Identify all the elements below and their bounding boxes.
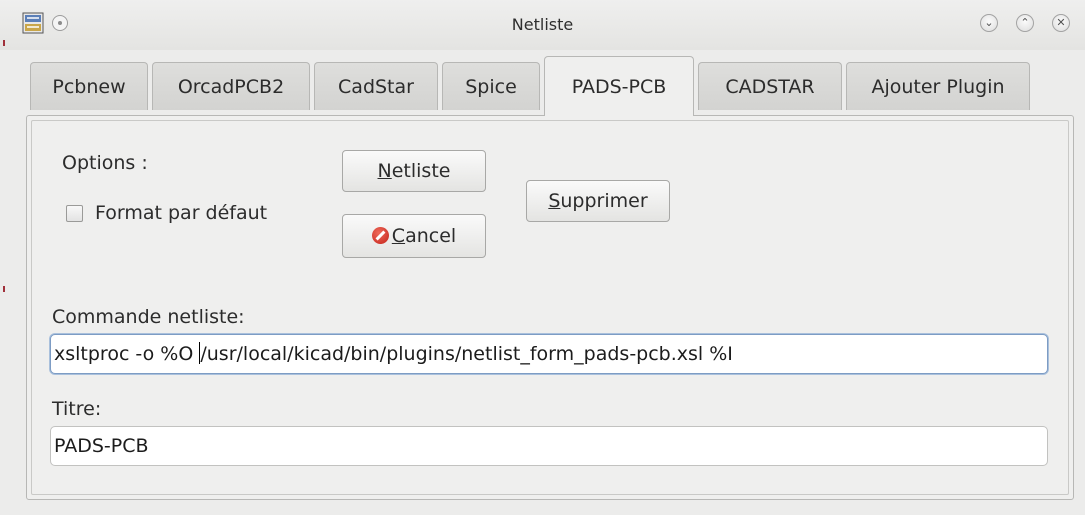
tab-label: OrcadPCB2 [177, 76, 285, 98]
minimize-button[interactable]: ⌄ [980, 14, 998, 32]
delete-button-label: upprimer [560, 190, 648, 212]
netlist-mnemonic: N [377, 160, 392, 182]
close-button[interactable]: ✕ [1052, 14, 1070, 32]
default-format-label[interactable]: Format par défaut [95, 202, 267, 224]
title-input[interactable]: PADS-PCB [50, 426, 1048, 466]
delete-mnemonic: S [548, 190, 561, 212]
tab-label: Ajouter Plugin [871, 76, 1005, 98]
minimize-icon: ⌄ [984, 16, 994, 29]
tab-cadstar[interactable]: CadStar [314, 62, 438, 110]
tab-pads-pcb[interactable]: PADS-PCB [544, 56, 694, 116]
default-format-checkbox[interactable] [66, 205, 83, 222]
edge-marker [3, 286, 5, 292]
cancel-icon [371, 227, 389, 244]
tab-spice[interactable]: Spice [442, 62, 540, 110]
options-label: Options : [62, 152, 148, 174]
cancel-button-label: ancel [405, 225, 457, 247]
netlist-button[interactable]: Netliste [342, 150, 486, 192]
command-value-start: xsltproc -o %O [54, 343, 200, 365]
netlist-button-label: etliste [391, 160, 451, 182]
tab-cadstar-upper[interactable]: CADSTAR [698, 62, 842, 110]
maximize-icon: ⌃ [1020, 16, 1030, 29]
tab-label: PADS-PCB [571, 76, 667, 98]
edge-marker [3, 40, 5, 46]
tab-pcbnew[interactable]: Pcbnew [30, 62, 148, 110]
tab-add-plugin[interactable]: Ajouter Plugin [846, 62, 1030, 110]
command-value-end: /usr/local/kicad/bin/plugins/netlist_for… [200, 343, 733, 365]
command-input[interactable]: xsltproc -o %O /usr/local/kicad/bin/plug… [50, 334, 1048, 374]
tab-label: Spice [465, 76, 517, 98]
netlist-dialog: Netliste ⌄ ⌃ ✕ Pcbnew OrcadPCB2 CadStar … [0, 0, 1085, 515]
tab-label: Pcbnew [52, 76, 126, 98]
title-bar[interactable]: Netliste ⌄ ⌃ ✕ [0, 0, 1085, 50]
window-title: Netliste [511, 15, 574, 34]
title-label: Titre: [52, 398, 102, 420]
title-value: PADS-PCB [54, 435, 149, 457]
tab-label: CADSTAR [725, 76, 815, 98]
command-label: Commande netliste: [52, 306, 245, 328]
tab-label: CadStar [338, 76, 414, 98]
cancel-button[interactable]: Cancel [342, 214, 486, 258]
maximize-button[interactable]: ⌃ [1016, 14, 1034, 32]
tab-orcadpcb2[interactable]: OrcadPCB2 [152, 62, 310, 110]
delete-button[interactable]: Supprimer [526, 180, 670, 222]
cancel-mnemonic: C [391, 225, 406, 247]
close-icon: ✕ [1056, 16, 1066, 29]
